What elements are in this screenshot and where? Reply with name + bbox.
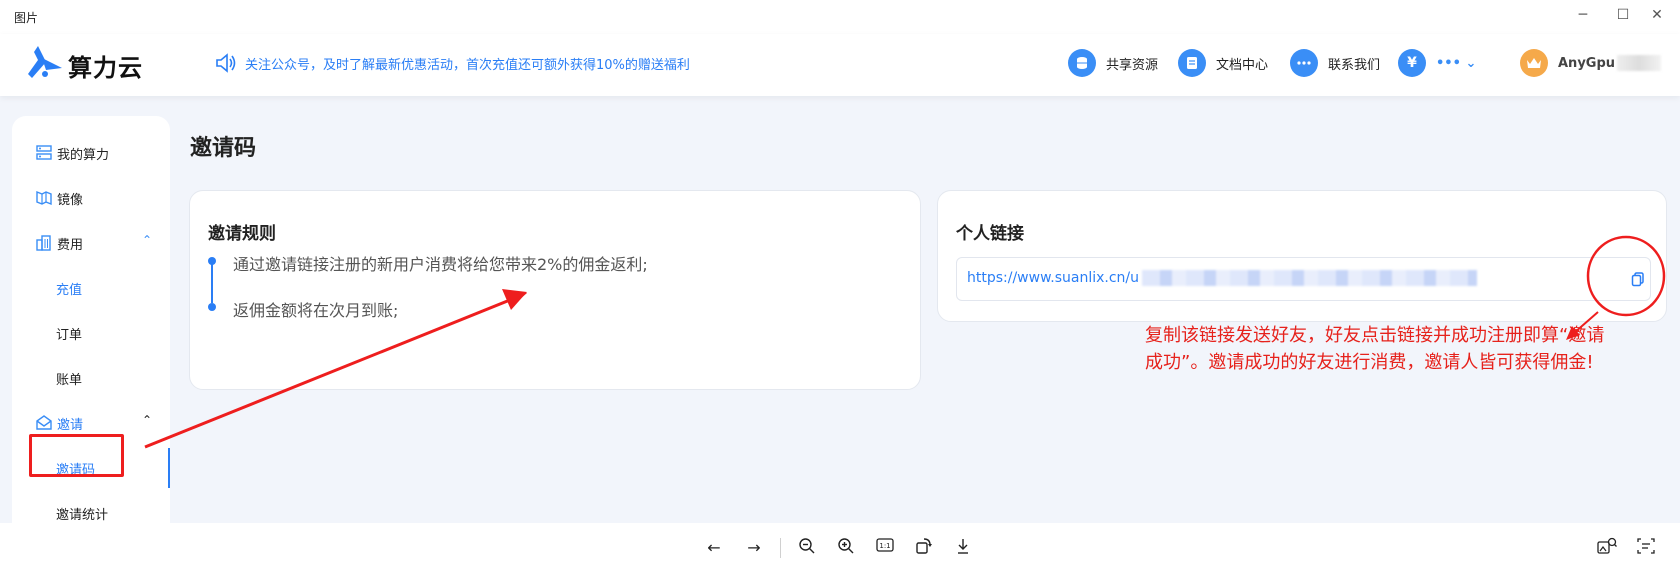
timeline-line bbox=[211, 261, 213, 303]
sidebar-item-label: 费用 bbox=[57, 238, 84, 253]
sidebar-item-image[interactable]: 镜像 bbox=[12, 178, 170, 218]
previous-icon[interactable]: ← bbox=[702, 537, 726, 559]
building-icon bbox=[36, 235, 51, 251]
nav-balance[interactable]: ¥ ••• ⌄ bbox=[1398, 44, 1476, 82]
nav-contact[interactable]: 联系我们 bbox=[1290, 44, 1380, 82]
user-name: AnyGpu bbox=[1558, 55, 1616, 71]
chevron-up-icon[interactable]: ⌃ bbox=[142, 413, 152, 427]
sidebar-item-label: 我的算力 bbox=[57, 148, 110, 163]
bullet-icon bbox=[208, 303, 216, 311]
text-extract-icon[interactable] bbox=[1634, 537, 1658, 559]
compute-icon bbox=[36, 145, 52, 160]
image-search-icon[interactable] bbox=[1595, 537, 1619, 559]
rotate-icon[interactable] bbox=[912, 537, 936, 559]
speaker-icon bbox=[216, 53, 236, 73]
mail-icon bbox=[36, 415, 52, 430]
chat-icon bbox=[1290, 49, 1318, 77]
card-title: 个人链接 bbox=[956, 224, 1024, 244]
avatar bbox=[1520, 49, 1548, 77]
sidebar-item-label: 镜像 bbox=[57, 193, 84, 208]
toolbar-divider bbox=[780, 538, 781, 558]
logo-text: 算力云 bbox=[68, 54, 143, 82]
logo-icon bbox=[28, 46, 62, 78]
sidebar-item-label: 账单 bbox=[56, 373, 83, 388]
maximize-button[interactable]: ☐ bbox=[1608, 4, 1638, 26]
close-button[interactable]: ✕ bbox=[1642, 4, 1672, 26]
nav-label: 联系我们 bbox=[1328, 57, 1381, 73]
minimize-button[interactable]: ─ bbox=[1568, 4, 1598, 26]
personal-link-card: 个人链接 https://www.suanlix.cn/u bbox=[937, 190, 1667, 322]
app-header: 算力云 关注公众号，及时了解最新优惠活动，首次充值还可额外获得10%的赠送福利 … bbox=[0, 34, 1680, 96]
sidebar-item-recharge[interactable]: 充值 bbox=[12, 268, 170, 308]
logo[interactable]: 算力云 bbox=[28, 42, 148, 84]
database-icon bbox=[1068, 49, 1096, 77]
sidebar-item-label: 订单 bbox=[56, 328, 83, 343]
document-icon bbox=[1178, 49, 1206, 77]
nav-shared-resources[interactable]: 共享资源 bbox=[1068, 44, 1158, 82]
svg-text:1:1: 1:1 bbox=[879, 542, 890, 550]
sidebar-item-bills[interactable]: 账单 bbox=[12, 358, 170, 398]
user-menu[interactable]: AnyGpu bbox=[1520, 44, 1662, 82]
sidebar-item-label: 充值 bbox=[56, 283, 83, 298]
invite-link-text: https://www.suanlix.cn/u bbox=[967, 270, 1139, 286]
actual-size-icon[interactable]: 1:1 bbox=[873, 537, 897, 559]
card-title: 邀请规则 bbox=[208, 224, 276, 244]
sidebar-item-label: 邀请 bbox=[57, 418, 84, 433]
annotation-highlight-box bbox=[29, 434, 124, 477]
zoom-in-icon[interactable] bbox=[834, 537, 858, 559]
active-indicator bbox=[168, 448, 170, 488]
window-title: 图片 bbox=[14, 11, 39, 25]
nav-docs[interactable]: 文档中心 bbox=[1178, 44, 1268, 82]
rule-text: 返佣金额将在次月到账; bbox=[233, 301, 399, 320]
annotation-text: 复制该链接发送好友，好友点击链接并成功注册即算“邀请成功”。邀请成功的好友进行消… bbox=[1145, 325, 1605, 373]
nav-label: 文档中心 bbox=[1216, 57, 1269, 73]
invite-rules-card: 邀请规则 通过邀请链接注册的新用户消费将给您带来2%的佣金返利; 返佣金额将在次… bbox=[189, 190, 921, 390]
sidebar-item-compute[interactable]: 我的算力 bbox=[12, 133, 170, 173]
chevron-up-icon[interactable]: ⌃ bbox=[142, 233, 152, 247]
yen-icon: ¥ bbox=[1398, 49, 1426, 77]
sidebar-item-billing[interactable]: 费用 ⌃ bbox=[12, 223, 170, 263]
link-masked bbox=[1142, 270, 1477, 286]
user-name-masked bbox=[1617, 55, 1662, 71]
window-titlebar: 图片 ─ ☐ ✕ bbox=[0, 0, 1680, 34]
copy-icon[interactable] bbox=[1629, 270, 1647, 288]
page-title: 邀请码 bbox=[190, 136, 257, 161]
zoom-out-icon[interactable] bbox=[795, 537, 819, 559]
next-icon[interactable]: → bbox=[742, 537, 766, 559]
balance-masked: ••• ⌄ bbox=[1436, 55, 1477, 71]
rule-text: 通过邀请链接注册的新用户消费将给您带来2%的佣金返利; bbox=[233, 255, 648, 274]
image-icon bbox=[36, 190, 52, 206]
download-icon[interactable] bbox=[951, 537, 975, 559]
nav-label: 共享资源 bbox=[1106, 57, 1159, 73]
invite-link-field[interactable]: https://www.suanlix.cn/u bbox=[956, 257, 1651, 301]
sidebar-item-label: 邀请统计 bbox=[56, 508, 109, 523]
notice-text: 关注公众号，及时了解最新优惠活动，首次充值还可额外获得10%的赠送福利 bbox=[245, 57, 690, 73]
notice-banner[interactable]: 关注公众号，及时了解最新优惠活动，首次充值还可额外获得10%的赠送福利 bbox=[215, 48, 690, 78]
viewer-toolbar: ← → 1:1 bbox=[0, 523, 1680, 571]
sidebar-item-orders[interactable]: 订单 bbox=[12, 313, 170, 353]
